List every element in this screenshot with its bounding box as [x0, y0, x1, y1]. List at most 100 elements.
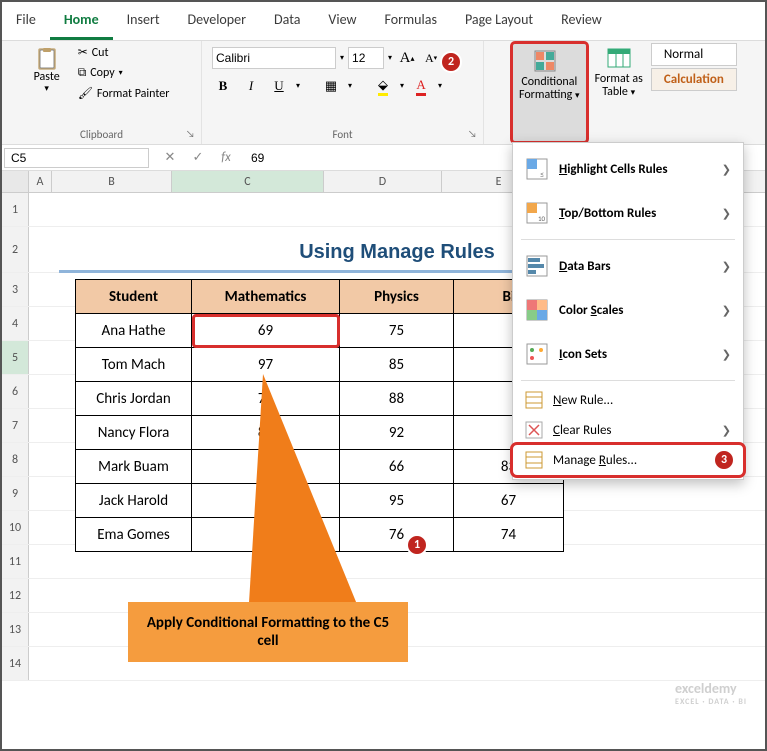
- shrink-font-button[interactable]: A▾: [420, 47, 442, 69]
- row-header-9[interactable]: 9: [2, 477, 29, 510]
- borders-button[interactable]: ▦: [320, 75, 342, 97]
- col-header-a[interactable]: A: [29, 171, 52, 192]
- font-dialog-launcher[interactable]: ↘: [468, 128, 481, 141]
- format-painter-label: Format Painter: [97, 87, 170, 101]
- format-as-table-button[interactable]: Format as Table ▾: [589, 41, 649, 144]
- menu-highlight-cells[interactable]: ≤Highlight Cells Rules ❯: [513, 147, 743, 191]
- menu-top-bottom[interactable]: 10Top/Bottom Rules ❯: [513, 191, 743, 235]
- cell-styles: Normal Calculation: [649, 41, 739, 144]
- cell-student[interactable]: Ana Hathe: [76, 314, 192, 348]
- copy-icon: ⧉: [78, 66, 87, 80]
- confirm-formula-icon[interactable]: ✓: [187, 150, 209, 165]
- menu-new-rule[interactable]: New Rule...: [513, 385, 743, 415]
- row-header-7[interactable]: 7: [2, 409, 29, 442]
- font-name-select[interactable]: [212, 47, 336, 69]
- menu-data-bars[interactable]: Data Bars ❯: [513, 244, 743, 288]
- select-all-corner[interactable]: [2, 171, 29, 192]
- row-header-14[interactable]: 14: [2, 647, 29, 680]
- svg-text:10: 10: [538, 214, 546, 223]
- top-bottom-icon: 10: [525, 201, 549, 225]
- tab-formulas[interactable]: Formulas: [370, 2, 450, 40]
- tab-review[interactable]: Review: [547, 2, 616, 40]
- table-row: Jack Harold779567: [76, 484, 564, 518]
- bold-button[interactable]: B: [212, 75, 234, 97]
- chevron-right-icon: ❯: [722, 304, 731, 317]
- col-header-b[interactable]: B: [52, 171, 172, 192]
- grow-font-button[interactable]: A▴: [396, 47, 418, 69]
- row-header-6[interactable]: 6: [2, 375, 29, 408]
- row-header-4[interactable]: 4: [2, 307, 29, 340]
- annotation-badge-1: 1: [406, 534, 428, 556]
- menu-manage-rules[interactable]: Manage Rules... 3: [513, 445, 743, 475]
- table-header-row: Student Mathematics Physics Bi: [76, 280, 564, 314]
- row-header-10[interactable]: 10: [2, 511, 29, 544]
- manage-rules-icon: [525, 451, 543, 469]
- fx-icon[interactable]: fx: [215, 150, 237, 165]
- group-clipboard: Paste ▾ ✂Cut ⧉Copy▾ 🖌Format Painter Clip…: [2, 41, 202, 144]
- svg-text:≤: ≤: [540, 170, 544, 180]
- menu-color-scales[interactable]: Color Scales ❯: [513, 288, 743, 332]
- tab-data[interactable]: Data: [260, 2, 314, 40]
- tab-insert[interactable]: Insert: [113, 2, 174, 40]
- font-color-button[interactable]: A: [410, 75, 432, 97]
- col-header-d[interactable]: D: [324, 171, 442, 192]
- row-header-12[interactable]: 12: [2, 579, 29, 612]
- font-size-select[interactable]: [348, 47, 384, 69]
- cancel-formula-icon[interactable]: ✕: [159, 150, 181, 165]
- row-header-1[interactable]: 1: [2, 193, 29, 226]
- row-header-13[interactable]: 13: [2, 613, 29, 646]
- format-painter-button[interactable]: 🖌Format Painter: [72, 84, 176, 103]
- header-student[interactable]: Student: [76, 280, 192, 314]
- conditional-formatting-icon: [534, 48, 564, 76]
- underline-button[interactable]: U: [268, 75, 290, 97]
- header-physics[interactable]: Physics: [340, 280, 454, 314]
- cell[interactable]: 75: [340, 314, 454, 348]
- menu-clear-rules[interactable]: Clear Rules ❯: [513, 415, 743, 445]
- style-calculation[interactable]: Calculation: [651, 68, 737, 91]
- table-icon: [605, 45, 633, 73]
- annotation-badge-3: 3: [713, 449, 735, 471]
- copy-button[interactable]: ⧉Copy▾: [72, 64, 176, 82]
- cell-c5-selected[interactable]: 69: [192, 314, 340, 348]
- chevron-right-icon: ❯: [722, 207, 731, 220]
- tab-home[interactable]: Home: [50, 2, 113, 40]
- new-rule-icon: [525, 391, 543, 409]
- fill-color-button[interactable]: ⬙: [372, 75, 394, 97]
- paste-button[interactable]: Paste ▾: [28, 43, 66, 126]
- row-header-2[interactable]: 2: [2, 227, 29, 272]
- table-row: Nancy Flora8192: [76, 416, 564, 450]
- col-header-c[interactable]: C: [172, 171, 324, 192]
- data-bars-icon: [525, 254, 549, 278]
- tab-file[interactable]: File: [2, 2, 50, 40]
- clipboard-group-label: Clipboard: [80, 126, 123, 144]
- cf-label-2: Formatting: [519, 88, 572, 102]
- chevron-right-icon: ❯: [722, 163, 731, 176]
- conditional-formatting-button[interactable]: Conditional Formatting ▾: [510, 41, 589, 144]
- table-row: Ema Gomes877674: [76, 518, 564, 552]
- paste-icon: [35, 47, 59, 71]
- watermark-tag: EXCEL · DATA · BI: [675, 697, 747, 707]
- cut-button[interactable]: ✂Cut: [72, 43, 176, 62]
- chevron-right-icon: ❯: [722, 260, 731, 273]
- row-header-5[interactable]: 5: [2, 341, 29, 374]
- style-normal[interactable]: Normal: [651, 43, 737, 66]
- table-row: Tom Mach9785: [76, 348, 564, 382]
- highlight-cells-icon: ≤: [525, 157, 549, 181]
- header-mathematics[interactable]: Mathematics: [192, 280, 340, 314]
- tab-page-layout[interactable]: Page Layout: [451, 2, 547, 40]
- row-header-8[interactable]: 8: [2, 443, 29, 476]
- italic-button[interactable]: I: [240, 75, 262, 97]
- table-row: Chris Jordan7188: [76, 382, 564, 416]
- data-table: Student Mathematics Physics Bi Ana Hathe…: [75, 279, 564, 552]
- tab-developer[interactable]: Developer: [174, 2, 260, 40]
- copy-label: Copy: [90, 66, 114, 80]
- table-row: Ana Hathe 69 75: [76, 314, 564, 348]
- row-header-11[interactable]: 11: [2, 545, 29, 578]
- name-box[interactable]: [4, 148, 149, 168]
- row-header-3[interactable]: 3: [2, 273, 29, 306]
- clipboard-dialog-launcher[interactable]: ↘: [186, 128, 199, 141]
- watermark: exceldemy EXCEL · DATA · BI: [675, 680, 747, 707]
- menu-icon-sets[interactable]: Icon Sets ❯: [513, 332, 743, 376]
- tab-view[interactable]: View: [314, 2, 370, 40]
- table-row: Mark Buam676683: [76, 450, 564, 484]
